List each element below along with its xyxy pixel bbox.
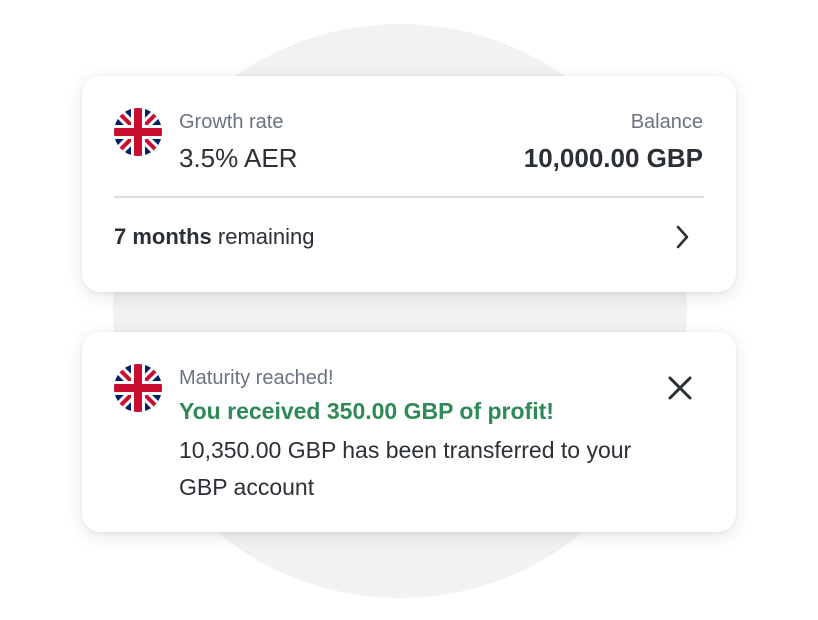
uk-flag-icon: [114, 108, 162, 156]
chevron-right-icon[interactable]: [672, 223, 692, 251]
months-remaining-suffix: remaining: [211, 224, 315, 249]
profit-message: You received 350.00 GBP of profit!: [179, 398, 554, 424]
balance-value: 10,000.00 GBP: [523, 143, 703, 173]
growth-rate-label: Growth rate: [179, 111, 284, 133]
uk-flag-icon: [114, 364, 162, 412]
savings-plan-card[interactable]: Growth rate 3.5% AER Balance 10,000.00 G…: [82, 76, 736, 292]
balance-label: Balance: [630, 111, 703, 133]
close-icon[interactable]: [666, 374, 694, 402]
months-remaining-count: 7 months: [114, 224, 212, 249]
divider: [114, 196, 704, 198]
growth-rate-value: 3.5% AER: [179, 143, 298, 173]
maturity-title: Maturity reached!: [179, 367, 334, 389]
months-remaining: 7 months remaining: [114, 224, 315, 250]
transfer-message: 10,350.00 GBP has been transferred to yo…: [179, 437, 632, 500]
savings-screen: Growth rate 3.5% AER Balance 10,000.00 G…: [0, 0, 818, 620]
maturity-notice-card: Maturity reached! You received 350.00 GB…: [82, 332, 736, 532]
